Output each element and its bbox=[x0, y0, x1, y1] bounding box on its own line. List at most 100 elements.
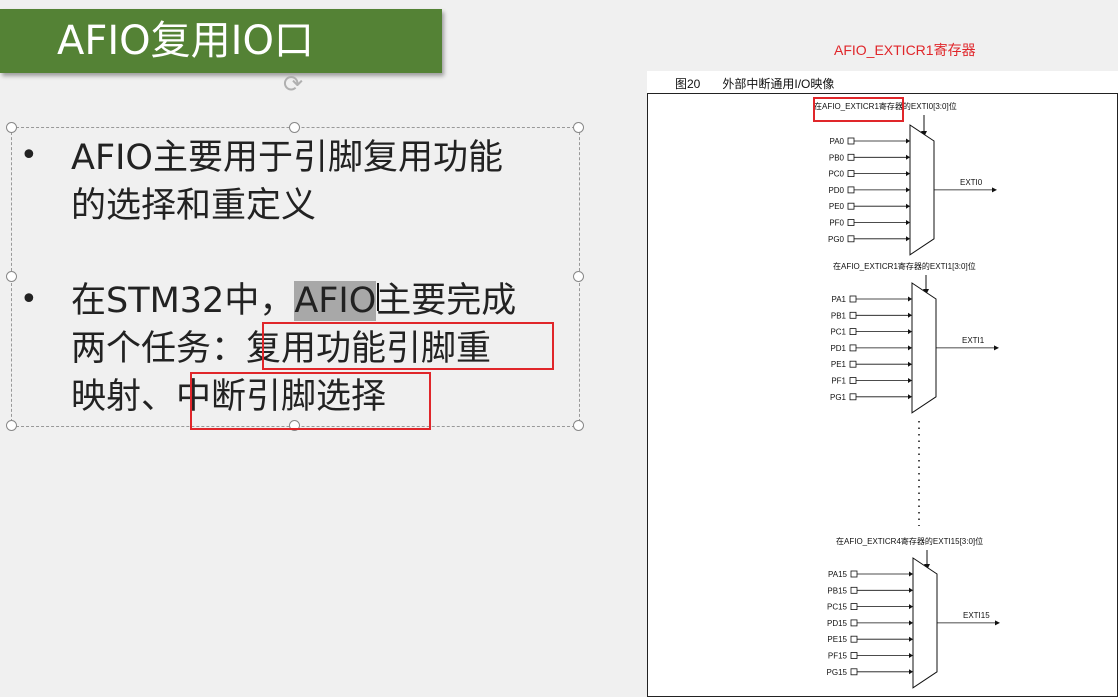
pin-arrow bbox=[906, 171, 910, 177]
pin-label: PC15 bbox=[827, 603, 848, 612]
selected-text-highlight[interactable]: AFIO bbox=[294, 281, 377, 321]
slide-title: AFIO复用IO口 bbox=[57, 18, 314, 64]
pin-label: PD0 bbox=[828, 186, 844, 195]
group-0-header-bits: 寄存器的EXTI0[3:0]位 bbox=[879, 101, 957, 111]
pin-box bbox=[849, 311, 857, 319]
bullet-2-line-1[interactable]: 在STM32中，AFIO主要完成 bbox=[71, 276, 516, 326]
pin-arrow bbox=[909, 669, 913, 675]
bullet-1-line-1[interactable]: AFIO主要用于引脚复用功能 bbox=[71, 133, 503, 183]
pin-label: PG1 bbox=[830, 393, 847, 402]
pin-label: PD15 bbox=[827, 619, 848, 628]
group-0-header-register: 在AFIO_EXTICR1 bbox=[814, 101, 879, 111]
bullet-2-text-b: 主要完成 bbox=[376, 281, 517, 321]
pin-arrow bbox=[908, 394, 912, 400]
bullet-2-text-a: 在STM32中， bbox=[71, 281, 295, 321]
bullet-2-marker: • bbox=[20, 282, 38, 317]
pin-box bbox=[850, 652, 858, 659]
figure-frame bbox=[647, 93, 1118, 697]
bullet-2-text-c: 两个任务： bbox=[71, 329, 247, 369]
resize-handle-right[interactable] bbox=[573, 271, 584, 282]
pin-label: PB0 bbox=[829, 153, 845, 162]
red-box-remap bbox=[262, 322, 554, 370]
pin-arrow bbox=[906, 236, 910, 242]
pin-box bbox=[849, 377, 857, 384]
group-2-header-bits: 寄存器的EXTI15[3:0]位 bbox=[901, 536, 983, 546]
pin-arrow bbox=[909, 604, 913, 610]
pin-box bbox=[850, 635, 858, 643]
pin-label: PD1 bbox=[830, 344, 846, 353]
group-1-output-label: EXTI1 bbox=[962, 336, 985, 345]
pin-arrow bbox=[909, 636, 913, 642]
bullet-2-text-d: 映射、 bbox=[71, 377, 177, 417]
group-2-output-arrow bbox=[995, 620, 1000, 626]
pin-arrow bbox=[908, 378, 912, 383]
group-2-multiplexer bbox=[912, 557, 938, 689]
pin-box bbox=[850, 603, 858, 610]
pin-box bbox=[847, 186, 855, 194]
pin-box bbox=[849, 295, 857, 303]
pin-arrow bbox=[909, 620, 913, 626]
group-1-output-arrow bbox=[994, 345, 999, 351]
pin-box bbox=[850, 586, 858, 594]
pin-label: PF15 bbox=[828, 652, 848, 661]
group-1-multiplexer bbox=[911, 282, 937, 414]
pin-box bbox=[847, 202, 855, 210]
group-0-output-label: EXTI0 bbox=[960, 178, 983, 187]
text-cursor bbox=[377, 283, 379, 311]
pin-label: PA0 bbox=[829, 137, 844, 146]
group-1-header-register: 在AFIO_EXTICR1 bbox=[833, 261, 898, 271]
pin-arrow bbox=[908, 296, 912, 302]
pin-arrow bbox=[908, 361, 912, 367]
pin-label: PE1 bbox=[831, 360, 847, 369]
bullet-1-marker: • bbox=[20, 138, 38, 173]
exti-mapping-figure: 图20 外部中断通用I/O映像 在AFIO_EXTICR1寄存器的EXTI0[3:… bbox=[647, 71, 1118, 697]
pin-label: PC1 bbox=[830, 328, 846, 337]
group-2-header-register: 在AFIO_EXTICR4 bbox=[836, 536, 901, 546]
group-1-header-bits: 寄存器的EXTI1[3:0]位 bbox=[898, 261, 976, 271]
resize-handle-bottom-left[interactable] bbox=[6, 420, 17, 431]
pin-label: PC0 bbox=[828, 170, 844, 179]
group-2-output-label: EXTI15 bbox=[963, 611, 990, 620]
pin-arrow bbox=[906, 138, 910, 144]
pin-label: PF0 bbox=[829, 219, 844, 228]
annotation-label: AFIO_EXTICR1寄存器 bbox=[834, 42, 976, 58]
pin-box bbox=[847, 219, 855, 226]
pin-label: PE15 bbox=[827, 635, 847, 644]
slide-title-bar[interactable]: AFIO复用IO口 bbox=[0, 9, 442, 73]
pin-box bbox=[850, 570, 858, 578]
bullet-1-line-2[interactable]: 的选择和重定义 bbox=[71, 181, 316, 231]
pin-label: PF1 bbox=[831, 377, 846, 386]
resize-handle-top-right[interactable] bbox=[573, 122, 584, 133]
pin-arrow bbox=[908, 329, 912, 335]
pin-arrow bbox=[906, 154, 910, 160]
pin-label: PB15 bbox=[827, 586, 847, 595]
group-2-header: 在AFIO_EXTICR4寄存器的EXTI15[3:0]位 bbox=[836, 536, 983, 546]
resize-handle-left[interactable] bbox=[6, 271, 17, 282]
resize-handle-top[interactable] bbox=[289, 122, 300, 133]
pin-box bbox=[847, 170, 855, 177]
pin-box bbox=[847, 235, 855, 243]
pin-arrow bbox=[906, 220, 910, 225]
pin-box bbox=[850, 668, 858, 676]
rotate-handle-icon[interactable]: ⟳ bbox=[281, 72, 305, 96]
pin-arrow bbox=[909, 653, 913, 658]
pin-arrow bbox=[908, 312, 912, 318]
pin-box bbox=[847, 137, 855, 145]
pin-box bbox=[850, 619, 858, 627]
pin-label: PA15 bbox=[828, 570, 848, 579]
pin-label: PG15 bbox=[827, 668, 848, 677]
pin-arrow bbox=[909, 571, 913, 577]
pin-label: PG0 bbox=[828, 235, 845, 244]
pin-arrow bbox=[906, 187, 910, 193]
red-box-interrupt-select bbox=[190, 372, 431, 430]
pin-arrow bbox=[906, 203, 910, 209]
resize-handle-bottom-right[interactable] bbox=[573, 420, 584, 431]
group-0-multiplexer bbox=[909, 124, 935, 256]
resize-handle-top-left[interactable] bbox=[6, 122, 17, 133]
exti-diagram: 在AFIO_EXTICR1寄存器的EXTI0[3:0]位PA0PB0PC0PD0… bbox=[647, 93, 1118, 697]
pin-arrow bbox=[908, 345, 912, 351]
pin-box bbox=[847, 153, 855, 161]
group-1-header: 在AFIO_EXTICR1寄存器的EXTI1[3:0]位 bbox=[833, 261, 976, 271]
pin-box bbox=[849, 360, 857, 368]
pin-arrow bbox=[909, 587, 913, 593]
